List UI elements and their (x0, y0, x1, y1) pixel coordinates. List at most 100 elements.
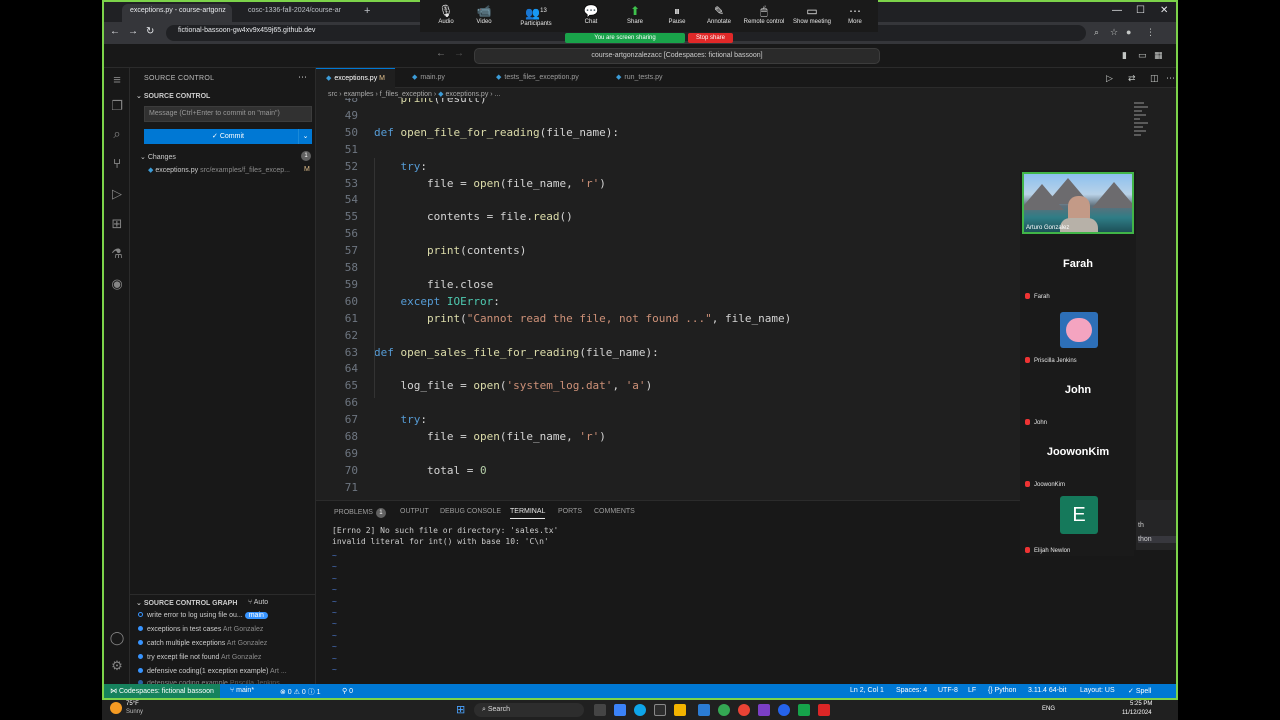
changes-group[interactable]: ⌄ Changes (140, 153, 176, 161)
section-header[interactable]: ⌄ SOURCE CONTROL (136, 92, 210, 100)
github-icon[interactable]: ◉ (109, 276, 125, 292)
tab-ports[interactable]: PORTS (558, 508, 582, 515)
participant-tile-priscilla[interactable]: Priscilla Jenkins (1022, 304, 1134, 366)
profile-icon[interactable]: ● (1126, 27, 1131, 37)
zoom-icon[interactable]: ⌕ (1094, 27, 1099, 38)
graph-auto-toggle[interactable]: ⑂ Auto (248, 599, 268, 606)
explorer-icon[interactable]: ❐ (109, 98, 125, 114)
zoom-icon[interactable] (778, 704, 790, 716)
task-view-icon[interactable] (594, 704, 606, 716)
nav-back-icon[interactable]: ← (436, 48, 446, 59)
split-editor-icon[interactable]: ◫ (1150, 73, 1159, 84)
layout-panel-icon[interactable]: ▭ (1138, 50, 1147, 61)
back-icon[interactable]: ← (110, 26, 120, 37)
tab-tests-files-exception[interactable]: ◆ tests_files_exception.py (486, 68, 589, 88)
remote-control-button[interactable]: 🖱 Remote control (738, 3, 790, 25)
layout-customize-icon[interactable]: ▦ (1154, 50, 1163, 61)
commit-dropdown-icon[interactable]: ⌄ (298, 129, 312, 144)
tab-exceptions[interactable]: ◆ exceptions.py M (316, 68, 395, 88)
graph-commit[interactable]: exceptions in test cases Art Gonzalez (138, 626, 263, 633)
tab-main[interactable]: ◆ main.py (402, 68, 455, 88)
breadcrumb-item[interactable]: examples (344, 91, 374, 98)
menu-icon[interactable]: ≡ (109, 72, 125, 88)
tab-run-tests[interactable]: ◆ run_tests.py (606, 68, 673, 88)
ports-status[interactable]: ⚲ 0 (342, 687, 353, 695)
tab-comments[interactable]: COMMENTS (594, 508, 635, 515)
minimap[interactable] (1134, 102, 1150, 162)
app-icon[interactable] (698, 704, 710, 716)
branch-status[interactable]: ⑂ main* (230, 687, 254, 694)
close-icon[interactable]: ✕ (1160, 5, 1168, 16)
problems-status[interactable]: ⊗ 0 ⚠ 0 ⓘ 1 (280, 687, 321, 697)
file-explorer-icon[interactable] (674, 704, 686, 716)
spell-status[interactable]: ✓ Spell (1128, 687, 1151, 695)
teams-icon[interactable] (758, 704, 770, 716)
breadcrumb-item[interactable]: ... (495, 91, 501, 98)
new-tab-icon[interactable]: + (364, 5, 370, 17)
breadcrumb-item[interactable]: src (328, 91, 337, 98)
chrome-profile-icon[interactable] (738, 704, 750, 716)
extensions-icon[interactable]: ⊞ (109, 216, 125, 232)
participants-button[interactable]: 👥13 Participants (510, 3, 562, 27)
editor-more-icon[interactable]: ⋯ (1166, 73, 1175, 84)
indentation-status[interactable]: Spaces: 4 (896, 687, 927, 694)
commit-message-input[interactable]: Message (Ctrl+Enter to commit on "main") (144, 106, 312, 122)
search-icon[interactable]: ⌕ (109, 126, 125, 142)
bookmark-star-icon[interactable]: ☆ (1110, 27, 1118, 38)
start-icon[interactable]: ⊞ (456, 704, 468, 716)
video-button[interactable]: 📹 Video (458, 3, 510, 25)
more-actions-icon[interactable]: ⋯ (298, 72, 307, 83)
accounts-icon[interactable]: ◯ (109, 630, 125, 646)
layout-sidebar-icon[interactable]: ▮ (1122, 50, 1127, 61)
browser-tab[interactable]: cosc-1336-fall-2024/course-ar (240, 4, 356, 22)
tab-problems[interactable]: PROBLEMS 1 (334, 508, 386, 518)
tab-output[interactable]: OUTPUT (400, 508, 429, 515)
tab-terminal[interactable]: TERMINAL (510, 508, 546, 519)
stop-share-button[interactable]: Stop share (688, 33, 733, 43)
testing-icon[interactable]: ⚗ (109, 246, 125, 262)
remote-indicator[interactable]: ⋈ Codespaces: fictional bassoon (104, 684, 220, 698)
encoding-status[interactable]: UTF-8 (938, 687, 958, 694)
weather-icon[interactable] (110, 702, 122, 714)
participant-tile-joowonkim[interactable]: JoowonKim JoowonKim (1022, 428, 1134, 490)
reload-icon[interactable]: ↻ (146, 26, 154, 37)
participant-tile-farah[interactable]: Farah Farah (1022, 240, 1134, 302)
app-icon[interactable] (818, 704, 830, 716)
chrome-icon[interactable] (718, 704, 730, 716)
participant-tile-elijah[interactable]: E Elijah Newlon (1022, 494, 1134, 556)
run-debug-icon[interactable]: ▷ (109, 186, 125, 202)
graph-commit[interactable]: defensive coding(1 exception example) Ar… (138, 668, 287, 675)
participant-tile-john[interactable]: John John (1022, 366, 1134, 428)
taskbar-search[interactable]: ⌕ Search (474, 703, 584, 717)
source-control-icon[interactable]: ⑂ (109, 156, 125, 172)
browser-tab[interactable]: exceptions.py - course-artgonz (122, 4, 232, 22)
maximize-icon[interactable]: ☐ (1136, 5, 1145, 16)
interpreter-status[interactable]: 3.11.4 64-bit (1028, 687, 1066, 694)
breadcrumb-item[interactable]: exceptions.py (446, 91, 489, 98)
forward-icon[interactable]: → (128, 26, 138, 37)
run-icon[interactable]: ▷ (1106, 73, 1113, 84)
eol-status[interactable]: LF (968, 687, 976, 694)
edge-icon[interactable] (634, 704, 646, 716)
graph-commit[interactable]: write error to log using file ou... main (138, 612, 268, 619)
participant-video-arturo[interactable]: Arturo Gonzalez (1022, 172, 1134, 234)
tab-debug-console[interactable]: DEBUG CONSOLE (440, 508, 501, 515)
settings-gear-icon[interactable]: ⚙ (109, 658, 125, 674)
nav-forward-icon[interactable]: → (454, 48, 464, 59)
browser-menu-icon[interactable]: ⋮ (1146, 27, 1155, 38)
commit-button[interactable]: ✓ Commit ⌄ (144, 129, 312, 144)
source-control-graph-header[interactable]: ⌄ SOURCE CONTROL GRAPH ⑂ Auto (130, 594, 316, 608)
minimize-icon[interactable]: — (1112, 5, 1122, 16)
compare-icon[interactable]: ⇄ (1128, 73, 1136, 84)
keyboard-layout-status[interactable]: Layout: US (1080, 687, 1115, 694)
clock-date[interactable]: 11/12/2024 (1122, 710, 1152, 716)
app-icon[interactable] (654, 704, 666, 716)
more-button[interactable]: ⋯ More (829, 3, 881, 25)
graph-commit[interactable]: catch multiple exceptions Art Gonzalez (138, 640, 267, 647)
breadcrumb-item[interactable]: f_files_exception (380, 91, 432, 98)
language-status[interactable]: {} Python (988, 687, 1016, 694)
cursor-position[interactable]: Ln 2, Col 1 (850, 687, 884, 694)
app-icon[interactable] (798, 704, 810, 716)
command-center[interactable]: course-artgonzalezacc [Codespaces: ficti… (474, 48, 880, 64)
clock-time[interactable]: 5:25 PM (1130, 701, 1152, 707)
